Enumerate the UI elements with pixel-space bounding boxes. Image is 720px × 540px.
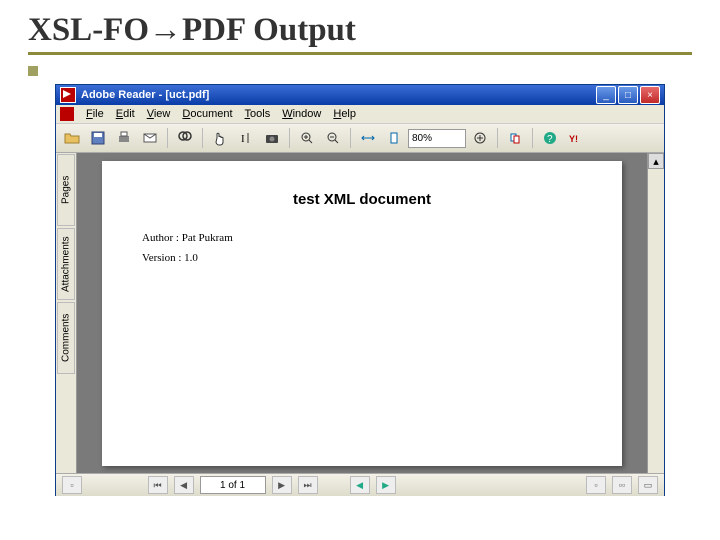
app-icon	[60, 87, 76, 103]
svg-text:Y!: Y!	[569, 134, 578, 144]
svg-text:?: ?	[547, 134, 553, 145]
zoom-plus-button[interactable]	[468, 126, 492, 150]
next-page-button[interactable]: ▶	[272, 476, 292, 494]
zoom-field[interactable]: 80%	[408, 129, 466, 148]
forward-button[interactable]: ▶	[376, 476, 396, 494]
yahoo-button[interactable]: Y!	[564, 126, 588, 150]
scroll-up-arrow[interactable]: ▴	[648, 153, 664, 169]
maximize-button[interactable]: □	[618, 86, 638, 104]
view-mode-1[interactable]: ▫	[586, 476, 606, 494]
prev-page-button[interactable]: ◀	[174, 476, 194, 494]
document-area: Pages Attachments Comments test XML docu…	[56, 153, 664, 473]
first-page-button[interactable]: ⏮	[148, 476, 168, 494]
attachments-tab[interactable]: Attachments	[57, 228, 75, 300]
vertical-scrollbar[interactable]: ▴	[647, 153, 664, 473]
pages-tab[interactable]: Pages	[57, 154, 75, 226]
help-button[interactable]: ?	[538, 126, 562, 150]
pdf-page: test XML document Author : Pat Pukram Ve…	[102, 161, 622, 466]
fit-width-button[interactable]	[356, 126, 380, 150]
zoom-in-button[interactable]	[295, 126, 319, 150]
rotate-button[interactable]	[503, 126, 527, 150]
open-button[interactable]	[60, 126, 84, 150]
menu-document[interactable]: Document	[176, 107, 238, 121]
view-mode-3[interactable]: ▭	[638, 476, 658, 494]
menubar: File Edit View Document Tools Window Hel…	[56, 105, 664, 123]
print-button[interactable]	[112, 126, 136, 150]
window-title: Adobe Reader - [uct.pdf]	[81, 89, 209, 101]
hand-tool-button[interactable]	[208, 126, 232, 150]
menu-tools[interactable]: Tools	[239, 107, 277, 121]
statusbar: ▫ ⏮ ◀ ▶ ⏭ ◀ ▶ ▫ ▫▫ ▭	[56, 473, 664, 496]
last-page-button[interactable]: ⏭	[298, 476, 318, 494]
svg-text:I: I	[241, 133, 245, 145]
menu-view[interactable]: View	[141, 107, 177, 121]
single-page-button[interactable]: ▫	[62, 476, 82, 494]
doc-author: Author : Pat Pukram	[142, 232, 582, 244]
snapshot-button[interactable]	[260, 126, 284, 150]
pdf-icon	[60, 107, 74, 121]
view-mode-2[interactable]: ▫▫	[612, 476, 632, 494]
close-button[interactable]: ×	[640, 86, 660, 104]
page-viewport[interactable]: test XML document Author : Pat Pukram Ve…	[77, 153, 647, 473]
menu-edit[interactable]: Edit	[110, 107, 141, 121]
minimize-button[interactable]: _	[596, 86, 616, 104]
adobe-reader-window: Adobe Reader - [uct.pdf] _ □ × File Edit…	[55, 84, 665, 496]
menu-help[interactable]: Help	[327, 107, 362, 121]
save-button[interactable]	[86, 126, 110, 150]
search-button[interactable]	[173, 126, 197, 150]
doc-title: test XML document	[142, 191, 582, 208]
comments-tab[interactable]: Comments	[57, 302, 75, 374]
zoom-out-button[interactable]	[321, 126, 345, 150]
doc-version: Version : 1.0	[142, 252, 582, 264]
page-number-field[interactable]	[200, 476, 266, 494]
select-tool-button[interactable]: I	[234, 126, 258, 150]
menu-file[interactable]: File	[80, 107, 110, 121]
slide-title: XSL-FO→PDF Output	[28, 12, 692, 55]
accent-square	[28, 66, 38, 76]
fit-page-button[interactable]	[382, 126, 406, 150]
titlebar: Adobe Reader - [uct.pdf] _ □ ×	[56, 85, 664, 105]
toolbar: I 80% ? Y!	[56, 123, 664, 153]
email-button[interactable]	[138, 126, 162, 150]
menu-window[interactable]: Window	[276, 107, 327, 121]
back-button[interactable]: ◀	[350, 476, 370, 494]
